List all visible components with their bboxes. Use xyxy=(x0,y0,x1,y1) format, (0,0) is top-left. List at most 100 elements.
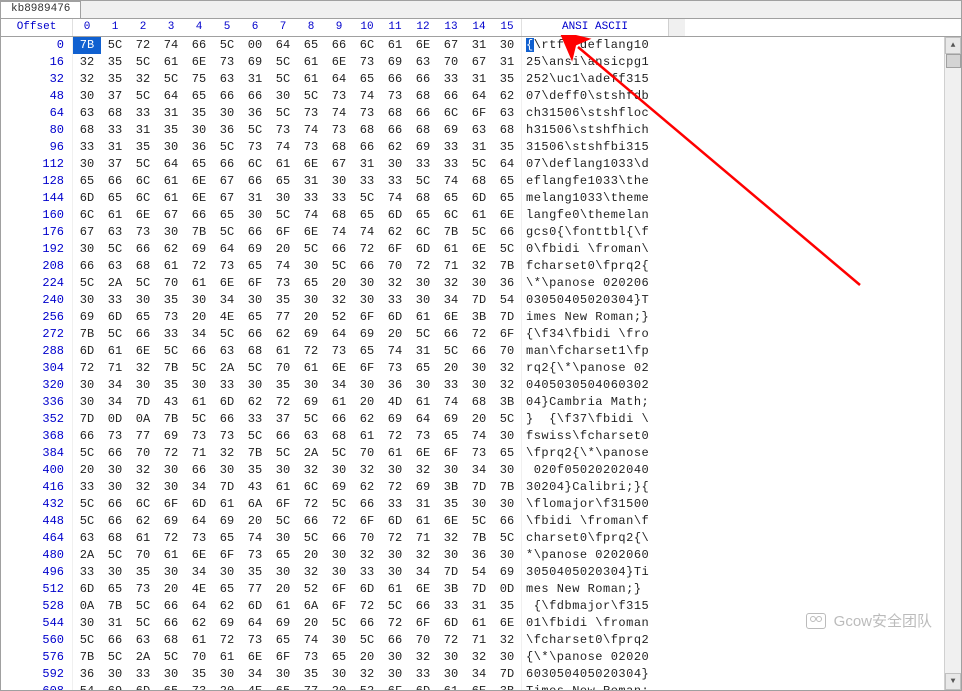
byte[interactable]: 73 xyxy=(297,649,325,666)
byte[interactable]: 5C xyxy=(353,632,381,649)
byte[interactable]: 6E xyxy=(297,156,325,173)
byte[interactable]: 5C xyxy=(297,411,325,428)
byte[interactable]: 70 xyxy=(269,360,297,377)
byte[interactable]: 5C xyxy=(269,105,297,122)
byte[interactable]: 5C xyxy=(297,530,325,547)
byte[interactable]: 67 xyxy=(73,224,101,241)
byte[interactable]: 61 xyxy=(409,309,437,326)
byte[interactable]: 5C xyxy=(129,54,157,71)
byte[interactable]: 30 xyxy=(353,377,381,394)
byte[interactable]: 64 xyxy=(269,37,297,54)
byte[interactable]: 77 xyxy=(269,309,297,326)
byte[interactable]: 69 xyxy=(185,241,213,258)
byte[interactable]: 32 xyxy=(437,530,465,547)
byte[interactable]: 66 xyxy=(325,37,353,54)
byte[interactable]: 68 xyxy=(381,105,409,122)
byte[interactable]: 5C xyxy=(269,54,297,71)
byte[interactable]: 71 xyxy=(409,530,437,547)
byte[interactable]: 33 xyxy=(409,156,437,173)
byte[interactable]: 6E xyxy=(185,547,213,564)
byte[interactable]: 30 xyxy=(493,428,521,445)
hex-bytes[interactable]: 5C6662696469205C66726F6D616E5C66 xyxy=(73,513,522,530)
byte[interactable]: 30 xyxy=(269,190,297,207)
byte[interactable]: 65 xyxy=(493,190,521,207)
byte[interactable]: 63 xyxy=(409,54,437,71)
byte[interactable]: 66 xyxy=(325,530,353,547)
byte[interactable]: 35 xyxy=(437,496,465,513)
byte[interactable]: 30 xyxy=(73,156,101,173)
byte[interactable]: 34 xyxy=(213,292,241,309)
byte[interactable]: 61 xyxy=(381,445,409,462)
hex-bytes[interactable]: 5C6663686172736574305C6670727132 xyxy=(73,632,522,649)
byte[interactable]: 62 xyxy=(381,139,409,156)
byte[interactable]: 30 xyxy=(493,496,521,513)
byte[interactable]: 6F xyxy=(325,581,353,598)
byte[interactable]: 73 xyxy=(185,530,213,547)
byte[interactable]: 68 xyxy=(325,207,353,224)
byte[interactable]: 66 xyxy=(493,224,521,241)
byte[interactable]: 33 xyxy=(381,173,409,190)
hex-bytes[interactable]: 32355C616E73695C616E736963706731 xyxy=(73,54,522,71)
byte[interactable]: 69 xyxy=(157,513,185,530)
byte[interactable]: 30 xyxy=(493,462,521,479)
byte[interactable]: 54 xyxy=(73,683,101,690)
byte[interactable]: 73 xyxy=(213,54,241,71)
byte[interactable]: 64 xyxy=(157,156,185,173)
byte[interactable]: 69 xyxy=(437,122,465,139)
file-tab[interactable]: kb8989476 xyxy=(1,1,81,18)
byte[interactable]: 52 xyxy=(297,581,325,598)
byte[interactable]: 74 xyxy=(269,139,297,156)
ascii-cell[interactable]: \fbidi \froman\f xyxy=(522,513,672,530)
byte[interactable]: 20 xyxy=(297,615,325,632)
byte[interactable]: 72 xyxy=(185,258,213,275)
byte[interactable]: 6D xyxy=(381,207,409,224)
byte[interactable]: 32 xyxy=(409,649,437,666)
byte[interactable]: 74 xyxy=(465,428,493,445)
byte[interactable]: 69 xyxy=(101,683,129,690)
byte[interactable]: 6D xyxy=(409,241,437,258)
hex-bytes[interactable]: 696D6573204E657720526F6D616E3B7D xyxy=(73,309,522,326)
byte[interactable]: 5C xyxy=(213,224,241,241)
byte[interactable]: 6E xyxy=(493,207,521,224)
byte[interactable]: 5C xyxy=(325,258,353,275)
hex-row[interactable]: 4325C666C6F6D616A6F725C663331353030\flom… xyxy=(1,496,944,513)
byte[interactable]: 30 xyxy=(437,666,465,683)
byte[interactable]: 77 xyxy=(297,683,325,690)
byte[interactable]: 33 xyxy=(213,377,241,394)
byte[interactable]: 6F xyxy=(381,683,409,690)
byte[interactable]: 73 xyxy=(185,683,213,690)
byte[interactable]: 31 xyxy=(157,105,185,122)
byte[interactable]: 6A xyxy=(297,598,325,615)
byte[interactable]: 35 xyxy=(241,462,269,479)
hex-bytes[interactable]: 305C6662696469205C66726F6D616E5C xyxy=(73,241,522,258)
byte[interactable]: 5C xyxy=(353,190,381,207)
byte[interactable]: 61 xyxy=(101,343,129,360)
hex-row[interactable]: 3203034303530333035303430363033303204050… xyxy=(1,377,944,394)
byte[interactable]: 33 xyxy=(437,598,465,615)
byte[interactable]: 0A xyxy=(73,598,101,615)
byte[interactable]: 37 xyxy=(269,411,297,428)
byte[interactable]: 72 xyxy=(325,513,353,530)
hex-bytes[interactable]: 30375C6465666C616E67313033335C64 xyxy=(73,156,522,173)
byte[interactable]: 31 xyxy=(409,343,437,360)
byte[interactable]: 66 xyxy=(213,156,241,173)
byte[interactable]: 73 xyxy=(269,122,297,139)
byte[interactable]: 66 xyxy=(185,207,213,224)
byte[interactable]: 31 xyxy=(465,37,493,54)
byte[interactable]: 5C xyxy=(73,445,101,462)
byte[interactable]: 35 xyxy=(269,377,297,394)
byte[interactable]: 30 xyxy=(437,649,465,666)
byte[interactable]: 7D xyxy=(129,394,157,411)
byte[interactable]: 33 xyxy=(353,173,381,190)
byte[interactable]: 6D xyxy=(73,581,101,598)
byte[interactable]: 71 xyxy=(437,258,465,275)
byte[interactable]: 74 xyxy=(381,343,409,360)
byte[interactable]: 30 xyxy=(297,377,325,394)
byte[interactable]: 66 xyxy=(493,513,521,530)
hex-row[interactable]: 5767B5C2A5C70616E6F7365203032303230{\*\p… xyxy=(1,649,944,666)
byte[interactable]: 66 xyxy=(381,71,409,88)
byte[interactable]: 68 xyxy=(409,190,437,207)
byte[interactable]: 30 xyxy=(269,530,297,547)
byte[interactable]: 61 xyxy=(269,598,297,615)
byte[interactable]: 6E xyxy=(493,615,521,632)
